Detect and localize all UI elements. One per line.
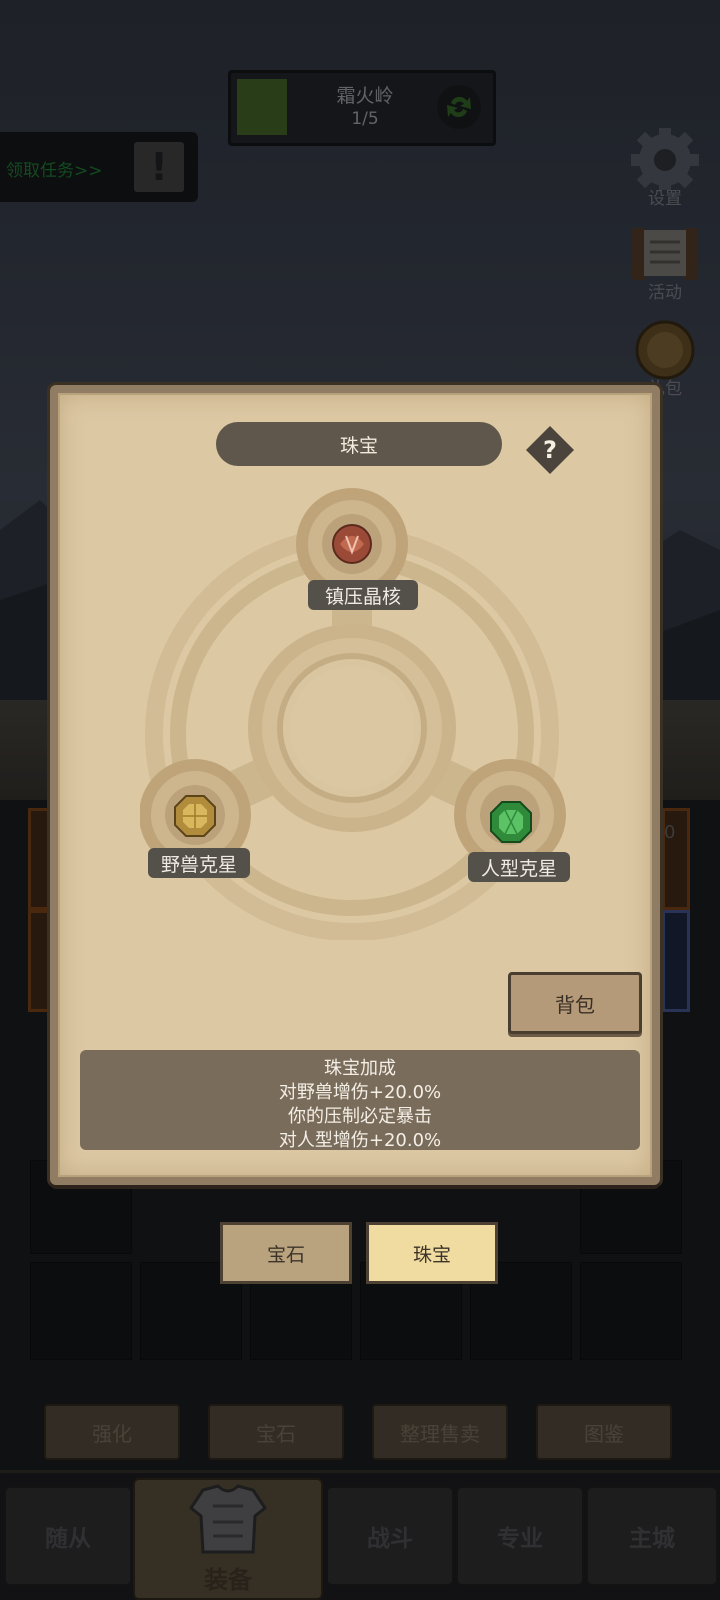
socket-label-left: 野兽克星 <box>148 848 250 878</box>
yellow-gem-icon[interactable] <box>172 793 218 839</box>
bonus-line: 对人型增伤+20.0% <box>278 1130 442 1151</box>
socket-label-top: 镇压晶核 <box>308 580 418 610</box>
jewelry-bonus-panel: 珠宝加成 对野兽增伤+20.0% 你的压制必定暴击 对人型增伤+20.0% <box>80 1050 640 1151</box>
green-gem-icon[interactable] <box>488 799 534 845</box>
question-icon: ? <box>543 436 557 464</box>
red-gem-icon[interactable] <box>330 522 374 566</box>
backpack-button[interactable]: 背包 <box>508 972 642 1034</box>
help-button[interactable]: ? <box>524 424 576 476</box>
bonus-line: 对野兽增伤+20.0% <box>278 1082 442 1103</box>
socket-label-right: 人型克星 <box>468 852 570 882</box>
tab-gem[interactable]: 宝石 <box>220 1222 352 1284</box>
tab-jewelry[interactable]: 珠宝 <box>366 1222 498 1284</box>
bonus-line: 你的压制必定暴击 <box>288 1106 432 1127</box>
dialog-title: 珠宝 <box>216 422 502 466</box>
bonus-title: 珠宝加成 <box>324 1058 396 1079</box>
